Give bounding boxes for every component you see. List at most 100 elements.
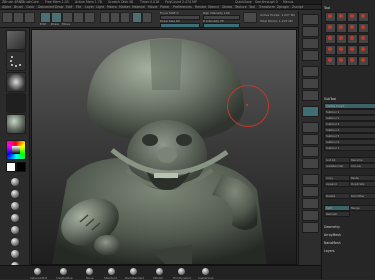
sphere-brush-icon[interactable] — [11, 238, 19, 246]
subtool-row-label: Subtool 1 — [326, 109, 340, 114]
brush-label: ClayBuildup — [56, 276, 73, 280]
solo-button[interactable] — [302, 210, 319, 221]
scale-view-button[interactable] — [302, 146, 319, 157]
tool-thumb[interactable] — [347, 56, 358, 66]
sphere-brush-icon[interactable] — [11, 250, 19, 258]
zoom-button[interactable] — [302, 26, 319, 37]
section-divider[interactable]: NanoMesh — [324, 241, 341, 245]
tool-thumb[interactable] — [347, 12, 358, 22]
tool-thumb[interactable] — [347, 45, 358, 55]
zadd-button[interactable] — [132, 12, 142, 23]
button-label: Append — [326, 181, 337, 186]
xyz-button[interactable] — [302, 106, 319, 117]
persp-button[interactable] — [302, 66, 319, 77]
projection-master-button[interactable] — [2, 12, 13, 23]
tool-thumb[interactable] — [336, 12, 347, 22]
ghost-button[interactable] — [302, 198, 319, 209]
brush-sphere-icon[interactable] — [34, 268, 41, 275]
local-button[interactable] — [302, 90, 319, 101]
brush-sphere-icon[interactable] — [178, 268, 185, 275]
actual-button[interactable] — [302, 38, 319, 49]
tool-thumb[interactable] — [325, 34, 336, 44]
tool-thumb[interactable] — [336, 56, 347, 66]
hand-shape — [94, 235, 120, 255]
rotate-button[interactable] — [84, 12, 95, 23]
brush-sphere-icon[interactable] — [60, 268, 67, 275]
left-eye — [142, 134, 158, 146]
section-divider[interactable]: Geometry — [324, 225, 340, 229]
sphere-brush-icon[interactable] — [11, 214, 19, 222]
floor-button[interactable] — [302, 78, 319, 89]
rgb-button[interactable] — [110, 12, 120, 23]
brush-sphere-icon[interactable] — [86, 268, 93, 275]
tool-thumb[interactable] — [325, 23, 336, 33]
subtool-row-label: Subtool 6 — [326, 139, 340, 144]
tool-thumb[interactable] — [358, 12, 369, 22]
merge-button[interactable]: Merge — [349, 205, 375, 211]
subtool-row-label: Subtool 5 — [326, 133, 340, 138]
nose-shape — [157, 147, 177, 163]
duplicate-button[interactable]: Duplicate — [349, 181, 375, 187]
delete-button[interactable]: Delete — [324, 193, 350, 199]
transp-button[interactable] — [302, 186, 319, 197]
texture-selector-button[interactable] — [6, 93, 26, 113]
tool-thumb[interactable] — [325, 56, 336, 66]
frame-button[interactable] — [302, 122, 319, 133]
dynamic-button[interactable] — [243, 12, 257, 23]
autoreorder-button[interactable]: AutoReorder — [324, 163, 350, 169]
scale-button[interactable] — [73, 12, 84, 23]
tool-thumb[interactable] — [325, 45, 336, 55]
brush-sphere-icon[interactable] — [130, 268, 137, 275]
xpose-button[interactable] — [302, 222, 319, 233]
tool-thumb[interactable] — [358, 34, 369, 44]
polyf-button[interactable] — [302, 174, 319, 185]
section-divider[interactable]: Layers — [324, 249, 335, 253]
secondary-color-swatch[interactable] — [16, 162, 26, 172]
mrgb-button[interactable] — [100, 12, 110, 23]
aahalf-button[interactable] — [302, 50, 319, 61]
tool-thumb[interactable] — [358, 56, 369, 66]
append-button[interactable]: Append — [324, 181, 350, 187]
brush-sphere-icon[interactable] — [202, 268, 209, 275]
tool-thumb[interactable] — [336, 23, 347, 33]
tool-thumb[interactable] — [358, 45, 369, 55]
tool-thumb[interactable] — [358, 23, 369, 33]
main-color-swatch[interactable] — [6, 162, 16, 172]
zsub-button[interactable] — [142, 12, 152, 23]
brush-sphere-icon[interactable] — [108, 268, 115, 275]
scroll-button[interactable] — [302, 14, 319, 25]
section-divider[interactable]: ArrayMesh — [324, 233, 341, 237]
brush-selector-button[interactable] — [6, 30, 26, 50]
stroke-selector-button[interactable] — [6, 51, 26, 71]
brush-sphere-icon[interactable] — [156, 268, 163, 275]
toolbar-label: Edit — [40, 22, 46, 26]
alpha-selector-button[interactable] — [6, 72, 26, 92]
button-label: Del Other — [351, 193, 365, 198]
rotate-view-button[interactable] — [302, 158, 319, 169]
all-low-button[interactable]: All Low — [349, 163, 375, 169]
sphere-brush-icon[interactable] — [11, 190, 19, 198]
lightbox-button[interactable] — [13, 12, 24, 23]
canvas-viewport[interactable] — [31, 29, 297, 265]
del-other-button[interactable]: Del Other — [349, 193, 375, 199]
tool-thumb[interactable] — [347, 23, 358, 33]
quick-sketch-button[interactable] — [24, 12, 35, 23]
tool-thumb[interactable] — [336, 34, 347, 44]
dots-stroke-icon — [10, 56, 21, 67]
z-intensity-slider[interactable] — [203, 23, 240, 28]
move-view-button[interactable] — [302, 134, 319, 145]
sphere-brush-icon[interactable] — [11, 226, 19, 234]
remesh-button[interactable]: Remesh — [324, 211, 350, 217]
tool-thumb[interactable] — [336, 45, 347, 55]
material-selector-button[interactable] — [6, 114, 26, 134]
color-picker[interactable] — [6, 140, 26, 160]
subtool-row[interactable]: Subtool 7 — [324, 145, 375, 151]
sphere-brush-icon[interactable] — [11, 178, 19, 186]
subtool-row-label: Subtool 3 — [326, 121, 340, 126]
m-button[interactable] — [120, 12, 130, 23]
draw-size-slider[interactable] — [160, 23, 200, 28]
button-label: List All — [326, 157, 336, 162]
tool-thumb[interactable] — [325, 12, 336, 22]
tool-thumb[interactable] — [347, 34, 358, 44]
sphere-brush-icon[interactable] — [11, 202, 19, 210]
